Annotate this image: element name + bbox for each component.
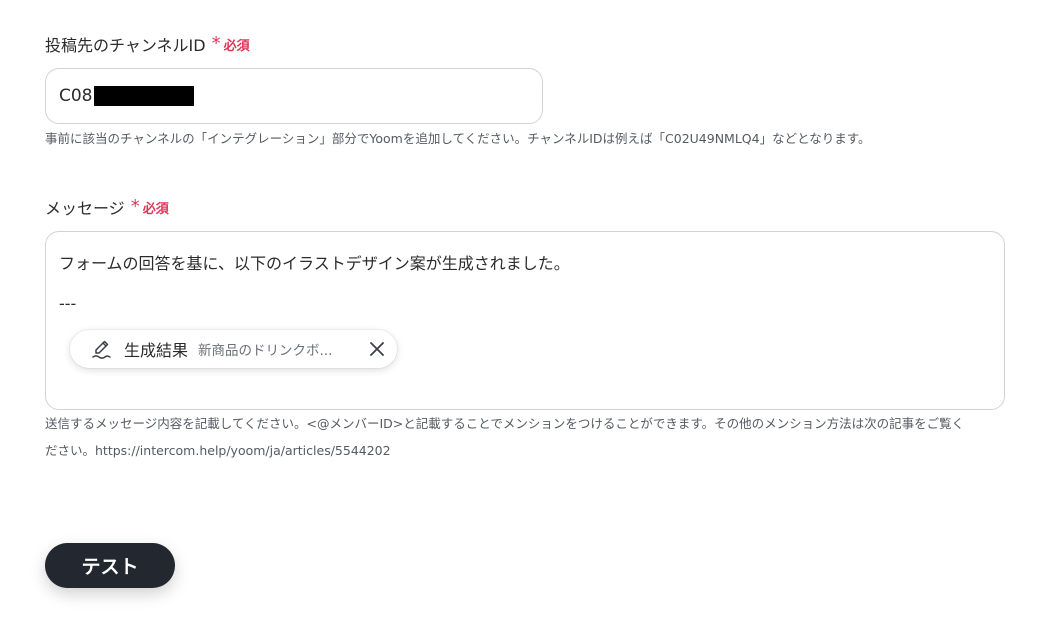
message-textarea[interactable]: フォームの回答を基に、以下のイラストデザイン案が生成されました。 --- 生成結… xyxy=(45,231,1005,410)
message-line-2: --- xyxy=(59,294,77,313)
chip-value: 新商品のドリンクボ... xyxy=(198,343,333,359)
required-star: * xyxy=(211,33,221,54)
redacted-block xyxy=(93,86,194,106)
pen-icon xyxy=(92,340,111,359)
message-label-text: メッセージ xyxy=(45,199,125,218)
message-help-line-2: ださい。https://intercom.help/yoom/ja/articl… xyxy=(45,443,391,458)
message-label: メッセージ * 必須 xyxy=(45,195,169,219)
message-help-line-1: 送信するメッセージ内容を記載してください。<@メンバーID>と記載することでメン… xyxy=(45,416,965,431)
channel-id-help: 事前に該当のチャンネルの「インテグレーション」部分でYoomを追加してください。… xyxy=(45,131,871,146)
required-badge: 必須 xyxy=(142,201,169,217)
required-star: * xyxy=(130,196,140,217)
message-line-1: フォームの回答を基に、以下のイラストデザイン案が生成されました。 xyxy=(59,254,570,273)
channel-id-label-text: 投稿先のチャンネルID xyxy=(45,36,206,55)
variable-chip[interactable]: 生成結果 新商品のドリンクボ... xyxy=(70,330,397,368)
chip-label: 生成結果 xyxy=(124,341,189,360)
channel-id-input[interactable]: C08 xyxy=(45,68,543,124)
required-badge: 必須 xyxy=(223,38,250,54)
channel-id-label: 投稿先のチャンネルID * 必須 xyxy=(45,32,250,56)
channel-id-value: C08 xyxy=(59,86,93,106)
test-button[interactable]: テスト xyxy=(45,543,175,588)
close-icon[interactable] xyxy=(367,339,387,359)
